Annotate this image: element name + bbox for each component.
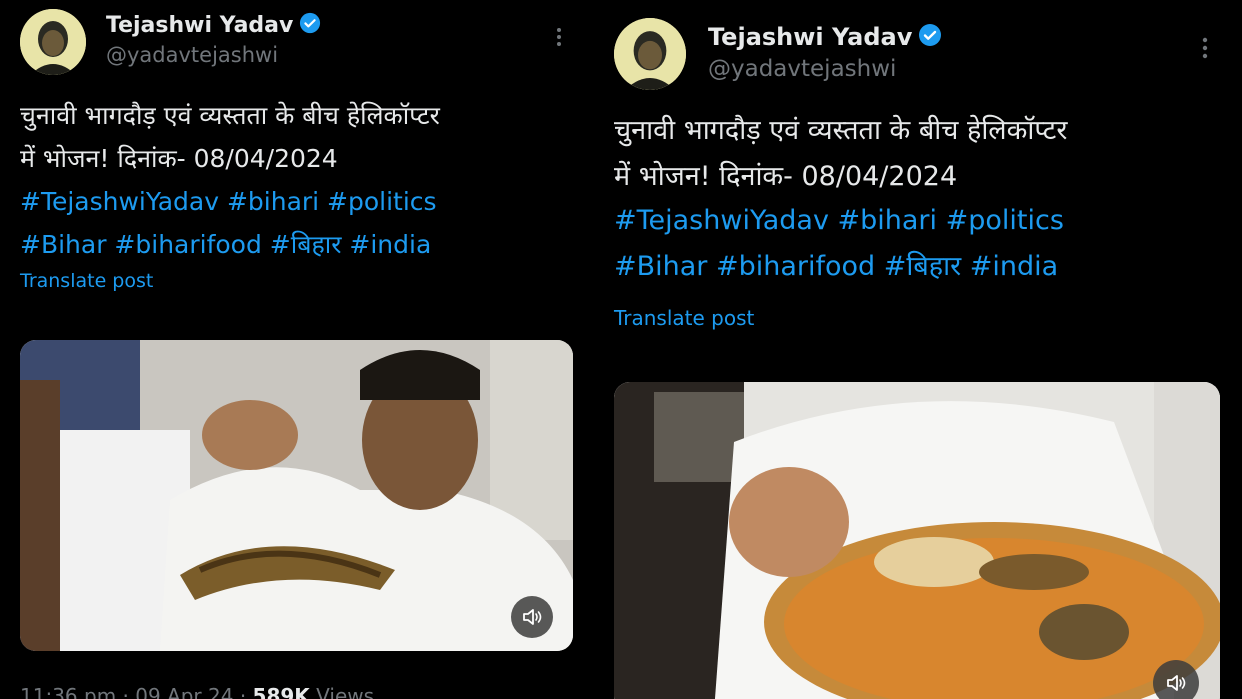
meta-separator: · — [239, 684, 253, 699]
hashtag-line[interactable]: #TejashwiYadav #bihari #politics — [614, 198, 1064, 244]
tweet-panel-right: Tejashwi Yadav @yadavtejashwi चुनावी भाग… — [595, 0, 1242, 699]
hashtag-line[interactable]: #TejashwiYadav #bihari #politics — [20, 180, 437, 223]
tweet-panel-left: Tejashwi Yadav @yadavtejashwi चुनावी भाग… — [0, 0, 595, 699]
avatar[interactable] — [20, 9, 86, 75]
more-vertical-icon[interactable] — [552, 26, 566, 48]
author-handle[interactable]: @yadavtejashwi — [708, 56, 896, 82]
post-text-line: में भोजन! दिनांक- 08/04/2024 — [614, 161, 958, 192]
views-count: 589K — [252, 684, 310, 699]
post-meta: 11:36 pm · 09 Apr 24 · 589K Views — [20, 684, 374, 699]
post-time[interactable]: 11:36 pm — [20, 684, 116, 699]
more-vertical-icon[interactable] — [1198, 36, 1212, 60]
post-date[interactable]: 09 Apr 24 — [135, 684, 233, 699]
hashtags: #TejashwiYadav #bihari #politics #Bihar … — [20, 180, 437, 266]
views-label: Views — [316, 684, 375, 699]
post-text-line: चुनावी भागदौड़ एवं व्यस्तता के बीच हेलिक… — [614, 115, 1068, 146]
post-text-line: में भोजन! दिनांक- 08/04/2024 — [20, 144, 338, 173]
post-video[interactable] — [614, 382, 1220, 699]
hashtag-line[interactable]: #Bihar #biharifood #बिहार #india — [614, 244, 1064, 290]
hashtag-line[interactable]: #Bihar #biharifood #बिहार #india — [20, 223, 437, 266]
avatar[interactable] — [614, 18, 686, 90]
author-name[interactable]: Tejashwi Yadav — [708, 23, 912, 51]
hashtags: #TejashwiYadav #bihari #politics #Bihar … — [614, 198, 1064, 290]
translate-post-link[interactable]: Translate post — [20, 270, 153, 292]
speaker-icon[interactable] — [511, 596, 553, 638]
author-handle[interactable]: @yadavtejashwi — [106, 43, 278, 67]
verified-badge-icon — [918, 23, 942, 51]
post-text: चुनावी भागदौड़ एवं व्यस्तता के बीच हेलिक… — [20, 94, 440, 180]
speaker-icon[interactable] — [1153, 660, 1199, 699]
verified-badge-icon — [299, 12, 321, 38]
post-video[interactable] — [20, 340, 573, 651]
author-name[interactable]: Tejashwi Yadav — [106, 13, 293, 38]
meta-separator: · — [122, 684, 136, 699]
post-text-line: चुनावी भागदौड़ एवं व्यस्तता के बीच हेलिक… — [20, 101, 440, 130]
translate-post-link[interactable]: Translate post — [614, 306, 754, 330]
post-text: चुनावी भागदौड़ एवं व्यस्तता के बीच हेलिक… — [614, 108, 1067, 200]
